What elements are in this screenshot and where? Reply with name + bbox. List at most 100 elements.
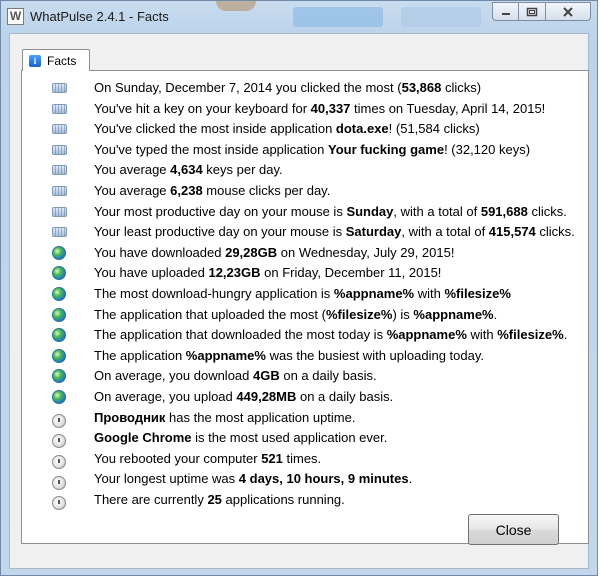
clock-icon (52, 413, 66, 428)
fact-segment: on Wednesday, July 29, 2015! (277, 244, 455, 260)
facts-list: On Sunday, December 7, 2014 you clicked … (52, 78, 575, 511)
window-close-button[interactable] (546, 2, 591, 21)
fact-value: Google Chrome (94, 430, 192, 446)
fact-segment: with (414, 285, 445, 301)
fact-segment: on a daily basis. (296, 388, 394, 404)
fact-text: There are currently 25 applications runn… (94, 492, 345, 507)
fact-value: 25 (207, 491, 222, 507)
fact-segment: You average (94, 182, 171, 198)
fact-value: 40,337 (310, 100, 351, 116)
fact-text: You rebooted your computer 521 times. (94, 451, 321, 466)
fact-segment: , with a total of (401, 224, 489, 240)
tab-facts[interactable]: i Facts (22, 49, 90, 71)
fact-segment: is the most used application ever. (191, 430, 388, 446)
globe-icon (52, 266, 66, 281)
fact-segment: ) is (392, 306, 414, 322)
fact-segment: on Friday, December 11, 2015! (260, 265, 442, 281)
fact-segment: clicks. (535, 224, 575, 240)
fact-text: You've typed the most inside application… (94, 142, 530, 157)
facts-panel: On Sunday, December 7, 2014 you clicked … (21, 70, 589, 544)
fact-segment: was the busiest with uploading today. (265, 347, 484, 363)
fact-value: 591,688 (480, 203, 528, 219)
whatpulse-facts-window: W WhatPulse 2.4.1 - Facts i Facts On Sun… (0, 0, 598, 576)
fact-text: Google Chrome is the most used applicati… (94, 430, 387, 445)
fact-segment: . (493, 306, 498, 322)
fact-value: 6,238 (170, 182, 203, 198)
fact-value: Sunday (346, 203, 394, 219)
globe-icon (52, 245, 66, 260)
keyboard-icon (52, 165, 67, 176)
clock-icon (52, 454, 66, 469)
fact-segment: ! (32,120 keys) (444, 141, 531, 157)
fact-value: 29,28GB (225, 244, 278, 260)
fact-row: Google Chrome is the most used applicati… (52, 428, 387, 449)
fact-text: The most download-hungry application is … (94, 286, 511, 301)
fact-value: %appname% (185, 347, 266, 363)
fact-segment: You've clicked the most inside applicati… (94, 121, 336, 137)
globe-icon (52, 307, 66, 322)
fact-row: You have downloaded 29,28GB on Wednesday… (52, 243, 454, 264)
keyboard-icon (52, 124, 67, 135)
fact-segment: On Sunday, December 7, 2014 you clicked … (94, 80, 402, 95)
fact-value: %filesize% (444, 285, 511, 301)
fact-row: Проводник has the most application uptim… (52, 408, 355, 429)
fact-text: Your least productive day on your mouse … (94, 224, 575, 239)
globe-icon (52, 328, 66, 343)
close-button[interactable]: Close (468, 514, 559, 545)
fact-value: Your fucking game (328, 141, 445, 157)
background-blur-decoration (401, 7, 481, 27)
fact-value: Проводник (94, 409, 166, 425)
fact-value: dota.exe (335, 121, 389, 137)
title-bar[interactable]: W WhatPulse 2.4.1 - Facts (1, 1, 597, 33)
fact-row: Your most productive day on your mouse i… (52, 202, 567, 223)
fact-value: %appname% (333, 285, 415, 301)
fact-text: Your longest uptime was 4 days, 10 hours… (94, 471, 412, 486)
fact-row: Your longest uptime was 4 days, 10 hours… (52, 469, 412, 490)
fact-row: On Sunday, December 7, 2014 you clicked … (52, 78, 481, 99)
background-blur-decoration (293, 7, 383, 27)
fact-row: On average, you download 4GB on a daily … (52, 366, 377, 387)
fact-row: There are currently 25 applications runn… (52, 490, 345, 511)
keyboard-icon (52, 103, 67, 114)
fact-segment: You've typed the most inside application (94, 141, 328, 157)
fact-segment: The application that downloaded the most… (94, 327, 387, 343)
globe-icon (52, 369, 66, 384)
fact-text: On Sunday, December 7, 2014 you clicked … (94, 80, 481, 95)
fact-text: You've hit a key on your keyboard for 40… (94, 101, 545, 116)
fact-value: 12,23GB (208, 265, 261, 281)
minimize-button[interactable] (492, 2, 519, 21)
fact-segment: , with a total of (393, 203, 481, 219)
fact-segment: mouse clicks per day. (202, 182, 331, 198)
fact-value: %filesize% (325, 306, 393, 322)
background-blur-decoration (216, 1, 256, 11)
fact-segment: The application (94, 347, 186, 363)
fact-segment: Your longest uptime was (94, 471, 239, 487)
fact-text: The application that downloaded the most… (94, 327, 567, 342)
keyboard-icon (52, 206, 67, 217)
maximize-button[interactable] (519, 2, 546, 21)
info-icon: i (29, 54, 41, 67)
fact-value: %appname% (413, 306, 494, 322)
fact-row: You've clicked the most inside applicati… (52, 119, 480, 140)
minimize-icon (501, 12, 510, 15)
fact-text: Your most productive day on your mouse i… (94, 204, 567, 219)
fact-value: %appname% (386, 327, 467, 343)
fact-row: You average 6,238 mouse clicks per day. (52, 181, 330, 202)
fact-segment: The application that uploaded the most ( (94, 306, 326, 322)
keyboard-icon (52, 83, 67, 93)
fact-segment: . (408, 471, 413, 487)
fact-segment: applications running. (221, 491, 345, 507)
keyboard-icon (52, 185, 67, 196)
fact-segment: Your least productive day on your mouse … (94, 224, 346, 240)
fact-segment: You have downloaded (94, 244, 226, 260)
clock-icon (52, 434, 66, 449)
fact-segment: You've hit a key on your keyboard for (94, 100, 311, 116)
whatpulse-app-icon: W (7, 8, 24, 25)
client-area: i Facts On Sunday, December 7, 2014 you … (9, 33, 589, 569)
clock-icon (52, 496, 66, 511)
fact-text: You average 6,238 mouse clicks per day. (94, 183, 330, 198)
fact-segment: ! (51,584 clicks) (388, 121, 480, 137)
fact-value: 4,634 (170, 162, 203, 178)
fact-segment: clicks. (527, 203, 567, 219)
fact-text: You average 4,634 keys per day. (94, 162, 283, 177)
